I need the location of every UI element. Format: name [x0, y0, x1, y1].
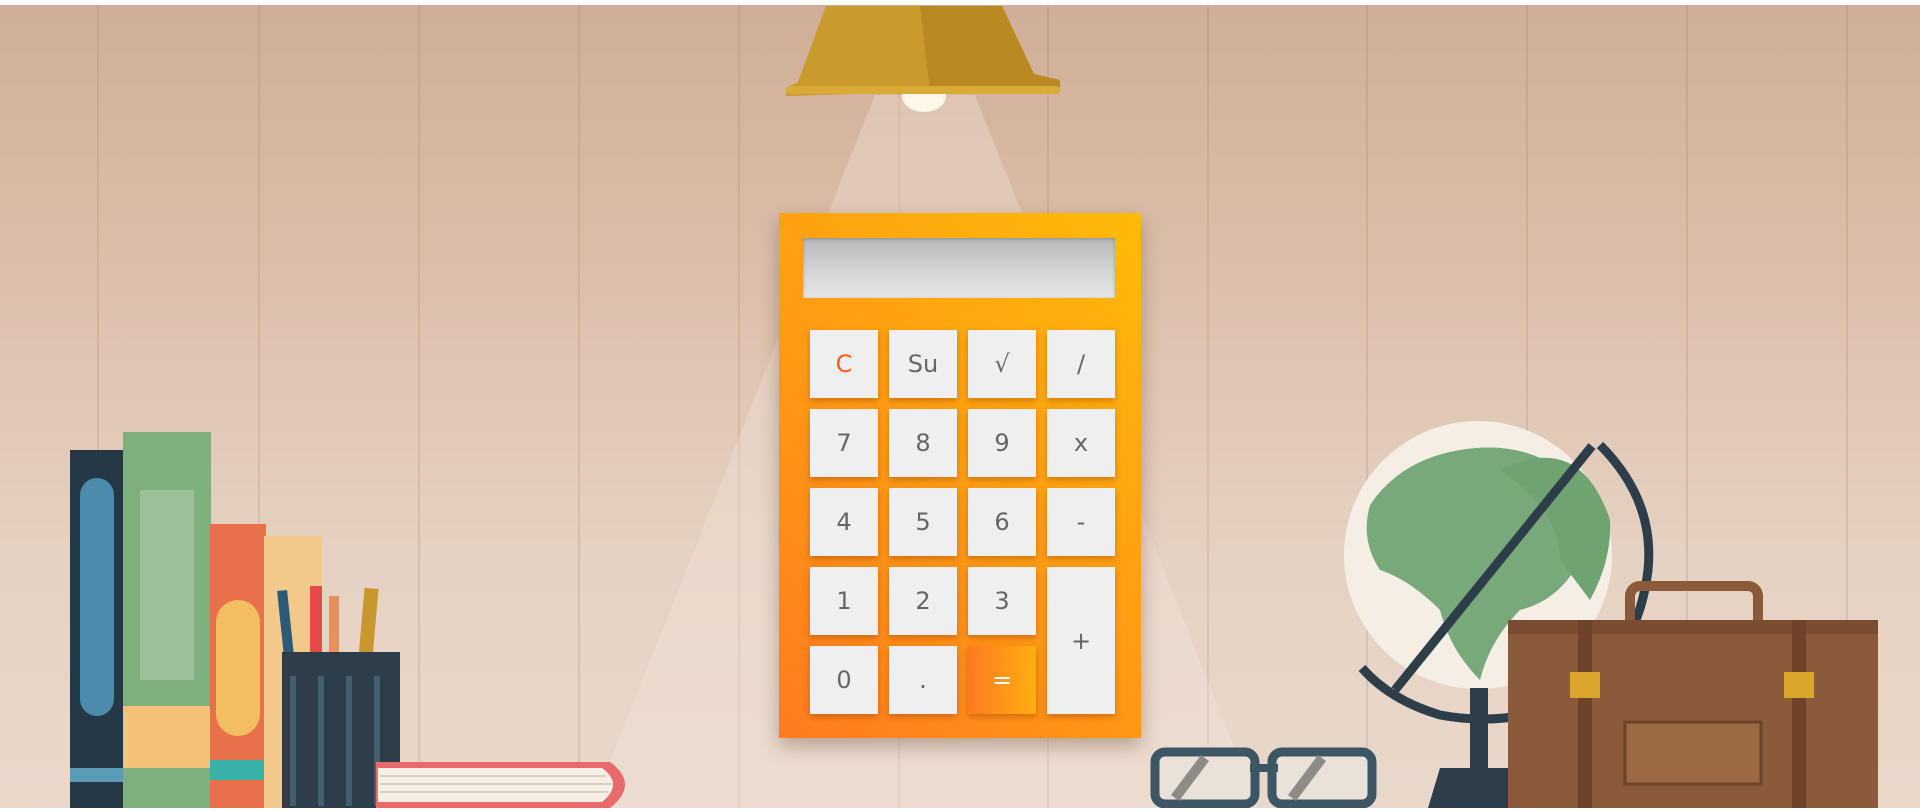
calculator: C Su √ / 7 8 9 x 4 5 6 - 1 2 3 + 0 . = [779, 213, 1141, 738]
su-button[interactable]: Su [889, 330, 957, 398]
bottom-strip [0, 808, 1920, 812]
square-root-button[interactable]: √ [968, 330, 1036, 398]
clear-button[interactable]: C [810, 330, 878, 398]
digit-8-button[interactable]: 8 [889, 409, 957, 477]
digit-5-button[interactable]: 5 [889, 488, 957, 556]
calculator-display [803, 238, 1115, 298]
equals-button[interactable]: = [968, 646, 1036, 714]
digit-4-button[interactable]: 4 [810, 488, 878, 556]
lying-book-icon [376, 762, 625, 808]
ceiling-lamp-icon [786, 6, 1060, 112]
divide-button[interactable]: / [1047, 330, 1115, 398]
digit-1-button[interactable]: 1 [810, 567, 878, 635]
eyeglasses-icon [1150, 747, 1377, 809]
minus-button[interactable]: - [1047, 488, 1115, 556]
decimal-button[interactable]: . [889, 646, 957, 714]
digit-9-button[interactable]: 9 [968, 409, 1036, 477]
digit-7-button[interactable]: 7 [810, 409, 878, 477]
digit-6-button[interactable]: 6 [968, 488, 1036, 556]
digit-2-button[interactable]: 2 [889, 567, 957, 635]
plus-button[interactable]: + [1047, 567, 1115, 714]
page-background: C Su √ / 7 8 9 x 4 5 6 - 1 2 3 + 0 . = [0, 0, 1920, 812]
multiply-button[interactable]: x [1047, 409, 1115, 477]
digit-0-button[interactable]: 0 [810, 646, 878, 714]
digit-3-button[interactable]: 3 [968, 567, 1036, 635]
